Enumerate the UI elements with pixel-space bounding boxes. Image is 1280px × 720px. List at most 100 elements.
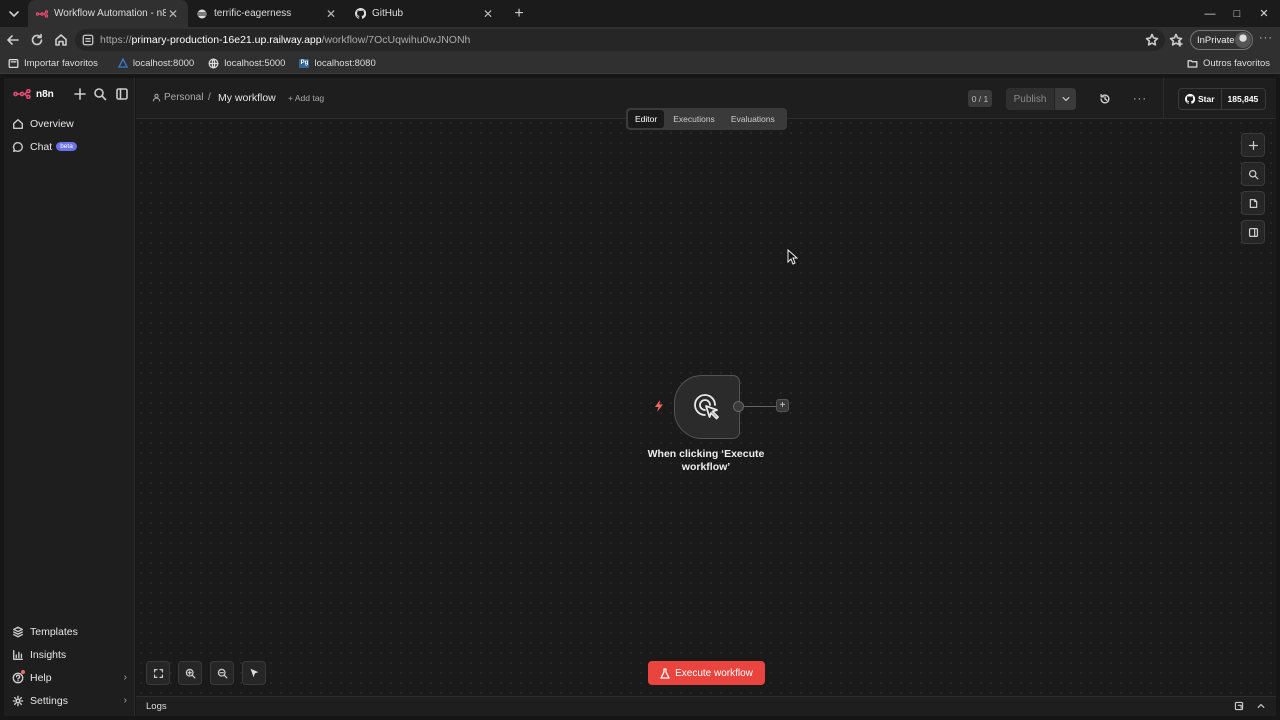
chevron-right-icon: › [123, 695, 127, 706]
browser-tab-strip: Workflow Automation - n8n ✕ terrific-eag… [0, 0, 1280, 27]
add-sticky-note-button[interactable] [1241, 191, 1265, 215]
n8n-logo[interactable]: n8n [12, 89, 54, 100]
add-node-button[interactable] [1241, 133, 1265, 157]
collapse-sidebar-icon[interactable] [115, 87, 129, 101]
tab-title: Workflow Automation - n8n [54, 8, 166, 19]
github-star-button[interactable]: Star 185,845 [1178, 88, 1266, 110]
add-next-node-button[interactable]: + [776, 399, 789, 412]
tidy-up-button[interactable] [242, 661, 266, 685]
chat-icon [12, 141, 24, 153]
publish-label: Publish [1013, 93, 1047, 105]
github-star-count: 185,845 [1220, 89, 1265, 109]
logs-panel-bar[interactable]: Logs [136, 696, 1276, 716]
back-button[interactable] [1, 28, 25, 52]
insights-icon [12, 649, 24, 661]
flask-icon [660, 667, 670, 679]
logs-label: Logs [146, 701, 167, 712]
zoom-in-icon [185, 668, 195, 678]
sticky-note-icon [1249, 198, 1257, 208]
tab-title: terrific-eagerness [214, 8, 292, 19]
reload-icon [31, 33, 43, 46]
new-tab-button[interactable]: + [507, 2, 531, 26]
sidebar-item-settings[interactable]: Settings › [4, 689, 135, 712]
add-icon[interactable] [73, 87, 87, 101]
home-button[interactable] [49, 28, 73, 52]
close-window-button[interactable]: ✕ [1251, 0, 1277, 27]
reload-button[interactable] [25, 28, 49, 52]
sidebar-item-help[interactable]: Help › [4, 666, 135, 689]
breadcrumb-project[interactable]: Personal [152, 92, 203, 103]
railway-favicon-icon [196, 8, 208, 20]
n8n-app: n8n Overview Chat beta Templates Insight… [0, 74, 1280, 720]
tab-evaluations[interactable]: Evaluations [724, 110, 782, 128]
node-connector-line [739, 406, 779, 407]
inprivate-label: InPrivate [1197, 34, 1235, 46]
chevron-down-icon [9, 10, 19, 17]
tab-executions[interactable]: Executions [666, 110, 722, 128]
settings-icon [12, 695, 24, 707]
chevron-right-icon: › [123, 672, 127, 683]
manual-trigger-node[interactable] [674, 375, 740, 439]
trigger-bolt-icon [654, 400, 664, 412]
execute-workflow-button[interactable]: Execute workflow [648, 661, 765, 685]
add-favorite-star-icon[interactable] [1145, 33, 1159, 47]
address-bar[interactable]: https:// primary-production-16e21.up.rai… [75, 29, 1165, 51]
node-label: When clicking ‘Execute workflow’ [647, 448, 765, 473]
close-tab-icon[interactable]: ✕ [481, 7, 495, 21]
workflow-name[interactable]: My workflow [218, 92, 276, 104]
chevron-up-icon[interactable] [1256, 701, 1266, 711]
history-icon[interactable] [1098, 92, 1112, 106]
tab-github[interactable]: GitHub ✕ [346, 0, 503, 27]
other-favorites-folder[interactable]: Outros favoritos [1187, 58, 1270, 69]
minimize-button[interactable]: — [1197, 0, 1223, 27]
maximize-button[interactable]: □ [1224, 0, 1250, 27]
favorites-icon[interactable] [1169, 33, 1183, 47]
logs-popout-icon[interactable] [1234, 701, 1244, 711]
zoom-out-icon [217, 668, 227, 678]
sidebar-item-overview[interactable]: Overview [4, 112, 134, 135]
templates-icon [12, 626, 24, 638]
beta-badge: beta [56, 142, 77, 151]
sidebar-item-chat[interactable]: Chat beta [4, 135, 134, 158]
zoom-in-button[interactable] [178, 661, 202, 685]
tab-terrific-eagerness[interactable]: terrific-eagerness ✕ [188, 0, 346, 27]
url-scheme: https:// [100, 34, 132, 46]
search-icon[interactable] [93, 87, 107, 101]
header-divider [1163, 78, 1164, 119]
more-options-icon[interactable]: ··· [1133, 92, 1147, 106]
favorite-localhost-5000[interactable]: localhost:5000 [208, 58, 285, 69]
tab-n8n[interactable]: Workflow Automation - n8n ✕ [28, 0, 188, 27]
workflow-canvas-area: Personal / My workflow + Add tag 0 / 1 P… [136, 78, 1276, 716]
tab-editor[interactable]: Editor [628, 110, 665, 128]
url-path: /workflow/7OcUqwihu0wJNONh [321, 34, 471, 46]
node-output-handle[interactable] [733, 401, 744, 412]
fit-view-icon [153, 668, 163, 678]
close-tab-icon[interactable]: ✕ [324, 7, 338, 21]
add-tag-button[interactable]: + Add tag [288, 93, 324, 103]
favorite-localhost-8080[interactable]: Pg localhost:8080 [299, 58, 376, 69]
n8n-favicon-icon [36, 8, 48, 20]
tab-actions-menu-button[interactable] [3, 3, 25, 25]
close-tab-icon[interactable]: ✕ [166, 7, 180, 21]
fit-view-button[interactable] [146, 661, 170, 685]
search-nodes-button[interactable] [1241, 162, 1265, 186]
publish-options-button[interactable] [1054, 88, 1076, 110]
favorite-import[interactable]: Importar favoritos [8, 58, 98, 69]
site-info-icon[interactable] [82, 34, 94, 46]
url-host: primary-production-16e21.up.railway.app [131, 34, 322, 46]
publish-button[interactable]: Publish [1006, 88, 1076, 110]
toggle-panel-button[interactable] [1241, 220, 1265, 244]
search-icon [1248, 169, 1258, 179]
zoom-out-button[interactable] [210, 661, 234, 685]
sidebar: n8n Overview Chat beta Templates Insight… [4, 78, 135, 716]
pg-icon: Pg [299, 58, 310, 68]
arrow-left-icon [7, 35, 19, 45]
sidebar-item-insights[interactable]: Insights [4, 643, 135, 666]
sidebar-item-templates[interactable]: Templates [4, 620, 135, 643]
inprivate-profile-button[interactable]: InPrivate [1190, 30, 1253, 50]
browser-menu-icon[interactable]: ··· [1259, 32, 1273, 44]
favorite-localhost-8000[interactable]: localhost:8000 [117, 58, 194, 69]
avatar [1235, 32, 1251, 48]
browser-toolbar: https:// primary-production-16e21.up.rai… [0, 27, 1280, 53]
execute-label: Execute workflow [675, 667, 753, 679]
